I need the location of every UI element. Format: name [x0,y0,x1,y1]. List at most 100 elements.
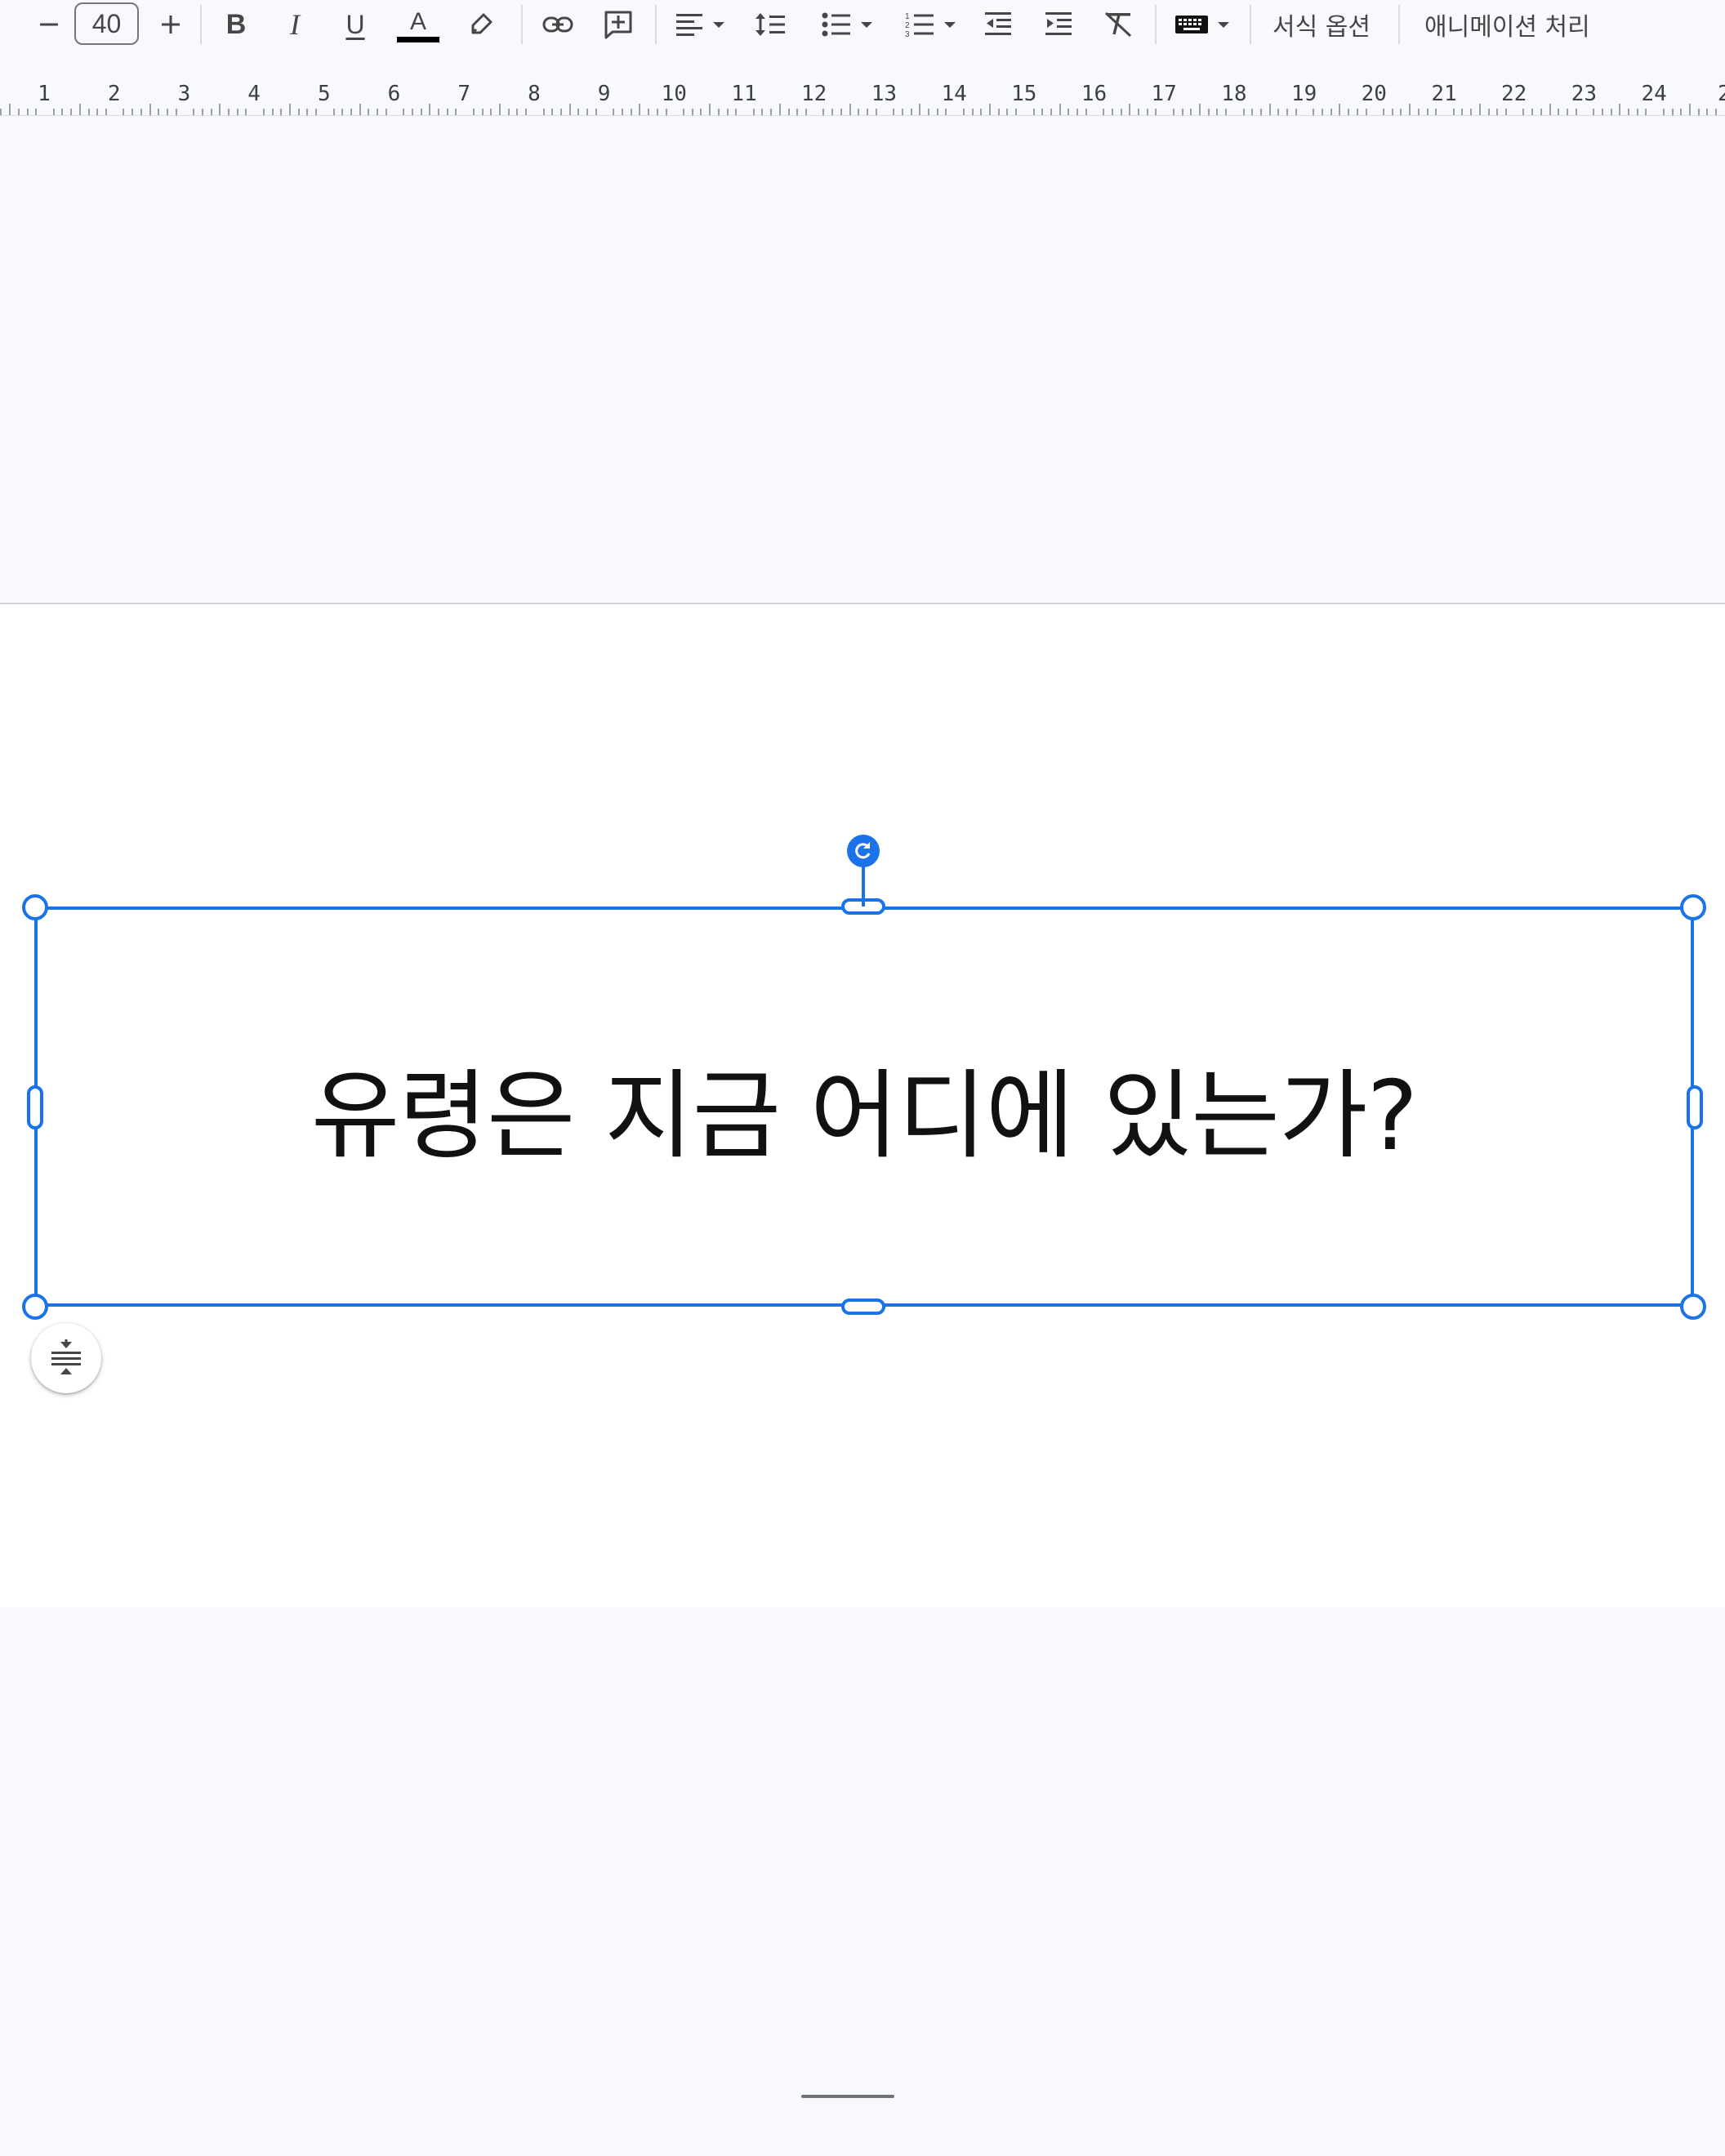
text-color-button[interactable]: A [395,2,441,47]
ruler-tick [193,109,195,115]
decrease-font-size-button[interactable] [33,2,65,47]
ruler-number: 4 [247,82,261,106]
ruler-tick [158,109,160,115]
resize-handle-top-left[interactable] [22,894,48,920]
resize-handle-bottom[interactable] [841,1298,885,1315]
ruler-tick [551,109,554,115]
ruler-tick [149,104,151,115]
ruler-tick [945,109,947,115]
ruler-tick [1522,109,1525,115]
rotate-handle[interactable] [847,835,880,867]
ruler-tick [105,109,107,115]
clear-formatting-icon [1104,11,1132,38]
toolbar-divider [200,5,202,44]
resize-handle-right[interactable] [1687,1085,1703,1129]
ruler-tick [1251,109,1254,115]
format-options-button[interactable]: 서식 옵션 [1273,3,1371,46]
ruler-tick [35,109,38,115]
ruler-tick [822,109,825,115]
align-dropdown[interactable] [668,2,733,47]
bold-button[interactable]: B [217,2,255,47]
ruler-tick [630,109,632,115]
ruler-tick [262,109,265,115]
ruler-tick [455,109,457,115]
add-comment-button[interactable] [598,2,639,47]
input-tools-dropdown[interactable] [1168,2,1238,47]
ruler-tick [1015,109,1018,115]
text-color-icon: A [409,8,426,35]
ruler-tick [1540,109,1542,115]
vertical-align-button[interactable] [31,1323,101,1393]
chevron-down-icon [713,22,724,28]
ruler-tick [359,104,361,115]
ruler-tick [1207,109,1210,115]
ruler-tick [691,109,693,115]
highlight-color-button[interactable] [462,2,500,47]
add-comment-icon [604,11,632,39]
ruler-number: 6 [387,82,401,106]
insert-link-button[interactable] [537,2,578,47]
ruler-tick [1383,109,1384,115]
ruler-tick [507,109,510,115]
font-size-input[interactable]: 40 [74,2,139,45]
horizontal-ruler[interactable]: 1 2 3 4 5 6 7 8 9 10 11 12 13 14 15 16 17 18 19 20 21 22 23 24 2 [0,70,1725,116]
ruler-tick [770,109,773,115]
ruler-tick [1129,104,1131,115]
numbered-list-icon: 1 2 3 [905,12,934,38]
selected-text-box[interactable]: 유령은 지금 어디에 있는가? [34,906,1694,1307]
ruler-number: 2 [107,82,121,106]
ruler-tick [131,109,134,115]
ruler-tick [1322,109,1324,115]
ruler-tick [1120,109,1122,115]
increase-indent-button[interactable] [1039,2,1078,47]
home-indicator[interactable] [801,2095,894,2098]
ruler-tick [1636,109,1638,115]
ruler-tick [849,104,851,115]
resize-handle-bottom-right[interactable] [1680,1294,1706,1320]
ruler-number: 24 [1641,82,1667,106]
ruler-tick [227,109,230,115]
ruler-tick [1059,104,1061,115]
ruler-tick [622,109,624,115]
ruler-tick [936,109,938,115]
numbered-list-dropdown[interactable]: 1 2 3 [897,2,965,47]
resize-handle-top-right[interactable] [1680,894,1706,920]
increase-font-size-button[interactable] [154,2,187,47]
increase-indent-icon [1045,12,1072,35]
ruler-tick [717,109,720,115]
ruler-tick [1619,104,1621,115]
line-spacing-button[interactable] [750,2,791,47]
ruler-tick [175,109,177,115]
underline-button[interactable]: U [337,2,374,47]
ruler-tick [0,109,2,115]
bulleted-list-dropdown[interactable] [813,2,882,47]
ruler-tick [1032,109,1035,115]
clear-formatting-button[interactable] [1098,2,1139,47]
ruler-tick [971,109,974,115]
ruler-number: 1 [38,82,51,106]
ruler-tick [297,109,300,115]
ruler-tick [1050,109,1052,115]
italic-button[interactable]: I [276,2,314,47]
ruler-tick [516,109,519,115]
ruler-tick [1348,109,1350,115]
ruler-tick [140,109,142,115]
slide-title-text[interactable]: 유령은 지금 어디에 있는가? [311,1037,1418,1177]
animate-button[interactable]: 애니메이션 처리 [1424,3,1590,46]
ruler-tick [1610,109,1612,115]
ruler-number: 5 [317,82,331,106]
ruler-tick [1076,109,1079,115]
ruler-tick [87,109,90,115]
resize-handle-bottom-left[interactable] [22,1294,48,1320]
decrease-indent-button[interactable] [978,2,1018,47]
resize-handle-left[interactable] [27,1085,43,1129]
ruler-tick [726,109,729,115]
ruler-tick [385,109,387,115]
decrease-indent-icon [985,12,1011,35]
ruler-tick [1706,109,1709,115]
underline-icon: U [345,10,365,39]
ruler-tick [1339,104,1341,115]
ruler-number: 13 [871,82,898,106]
ruler-tick [490,109,493,115]
ruler-tick [648,109,650,115]
